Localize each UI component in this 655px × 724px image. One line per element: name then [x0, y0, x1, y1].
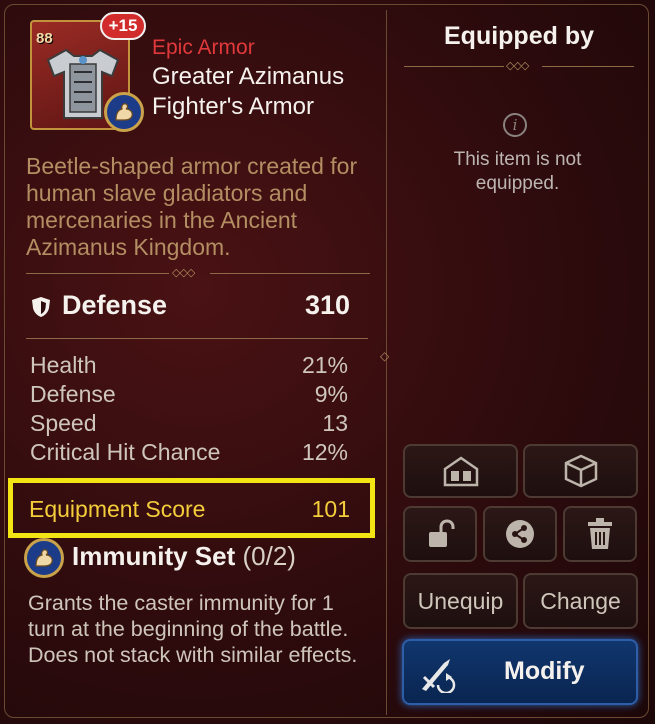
separator-ornament-icon: ◇◇◇	[506, 60, 529, 72]
substat-label: Speed	[30, 410, 97, 436]
separator	[404, 66, 504, 67]
set-icon	[24, 538, 64, 578]
set-title: Immunity Set (0/2)	[72, 541, 296, 572]
separator	[26, 338, 368, 339]
substat-value: 21%	[301, 352, 348, 378]
item-description: Beetle-shaped armor created for human sl…	[26, 153, 358, 260]
share-icon	[506, 520, 534, 548]
substat-label: Critical Hit Chance	[30, 439, 221, 465]
modify-button[interactable]: Modify	[402, 639, 638, 705]
house-storage-icon	[443, 456, 478, 487]
main-stat-value: 310	[304, 290, 350, 320]
item-rarity: Epic Armor	[152, 36, 255, 59]
substat-label: Defense	[30, 381, 116, 407]
substat-value: 12%	[301, 439, 348, 465]
trash-icon	[588, 518, 612, 549]
main-stat-label: Defense	[62, 290, 168, 320]
item-name-line1: Greater Azimanus	[152, 63, 345, 90]
lock-button[interactable]	[403, 506, 477, 562]
equipment-score-box: Equipment Score 101	[8, 478, 375, 538]
immunity-set-icon	[104, 92, 144, 132]
equipment-score-label: Equipment Score	[29, 496, 206, 522]
info-icon: i	[503, 113, 527, 137]
shield-icon	[32, 297, 50, 317]
substat-value: 13	[322, 410, 348, 436]
cube-icon	[564, 454, 597, 488]
unequip-label: Unequip	[417, 587, 504, 614]
substat-label: Health	[30, 352, 97, 378]
main-stat-row: Defense 310	[30, 290, 350, 324]
flexed-arm-icon	[35, 549, 53, 567]
separator-ornament-icon: ◇◇◇	[172, 267, 195, 279]
sell-button[interactable]	[563, 506, 637, 562]
separator	[542, 66, 634, 67]
extract-button[interactable]	[523, 444, 638, 498]
equipped-by-title: Equipped by	[444, 22, 594, 50]
set-count: (0/2)	[242, 541, 296, 571]
flexed-arm-icon	[115, 103, 133, 121]
set-name: Immunity Set	[72, 541, 236, 571]
substat-value: 9%	[314, 381, 348, 407]
storage-button[interactable]	[403, 444, 518, 498]
substat-row: Critical Hit Chance 12%	[30, 439, 348, 468]
not-equipped-message: This item is not equipped.	[453, 149, 582, 194]
change-button[interactable]: Change	[523, 573, 638, 629]
item-level: 88	[36, 30, 53, 47]
substats-list: Health 21% Defense 9% Speed 13 Critical …	[30, 352, 348, 468]
sword-modify-icon	[422, 659, 456, 693]
substat-row: Defense 9%	[30, 381, 348, 410]
change-label: Change	[540, 587, 621, 614]
unlock-icon	[429, 519, 455, 547]
equipment-score-value: 101	[311, 496, 350, 522]
share-button[interactable]	[483, 506, 557, 562]
enhancement-badge: +15	[100, 12, 146, 40]
divider-ornament-icon: ◇	[380, 349, 390, 363]
item-name: Greater Azimanus Fighter's Armor	[152, 62, 344, 122]
separator	[210, 273, 370, 274]
item-name-line2: Fighter's Armor	[152, 93, 314, 120]
modify-label: Modify	[504, 657, 585, 685]
set-description: Grants the caster immunity for 1 turn at…	[28, 591, 358, 667]
separator	[26, 273, 169, 274]
substat-row: Health 21%	[30, 352, 348, 381]
unequip-button[interactable]: Unequip	[403, 573, 518, 629]
substat-row: Speed 13	[30, 410, 348, 439]
